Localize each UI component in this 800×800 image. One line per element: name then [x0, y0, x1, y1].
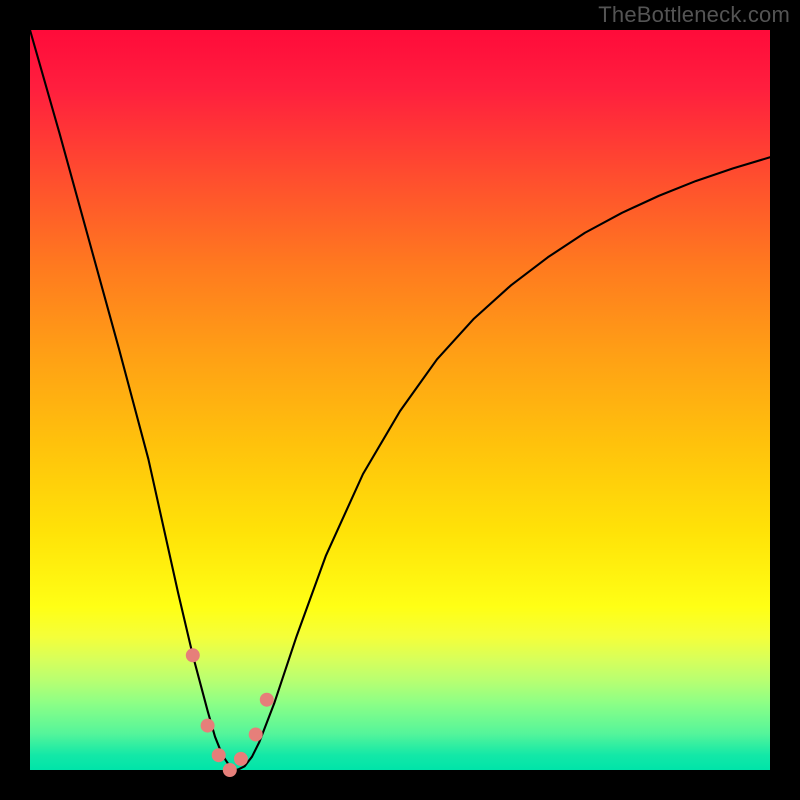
optimal-range-markers: [186, 648, 274, 777]
marker-dot: [260, 693, 274, 707]
curve-line: [30, 30, 770, 770]
bottleneck-curve: [30, 30, 770, 770]
marker-dot: [212, 748, 226, 762]
marker-dot: [201, 719, 215, 733]
chart-container: TheBottleneck.com: [0, 0, 800, 800]
marker-dot: [249, 727, 263, 741]
marker-dot: [234, 752, 248, 766]
watermark-text: TheBottleneck.com: [598, 2, 790, 28]
marker-dot: [186, 648, 200, 662]
marker-dot: [223, 763, 237, 777]
plot-area: [30, 30, 770, 770]
